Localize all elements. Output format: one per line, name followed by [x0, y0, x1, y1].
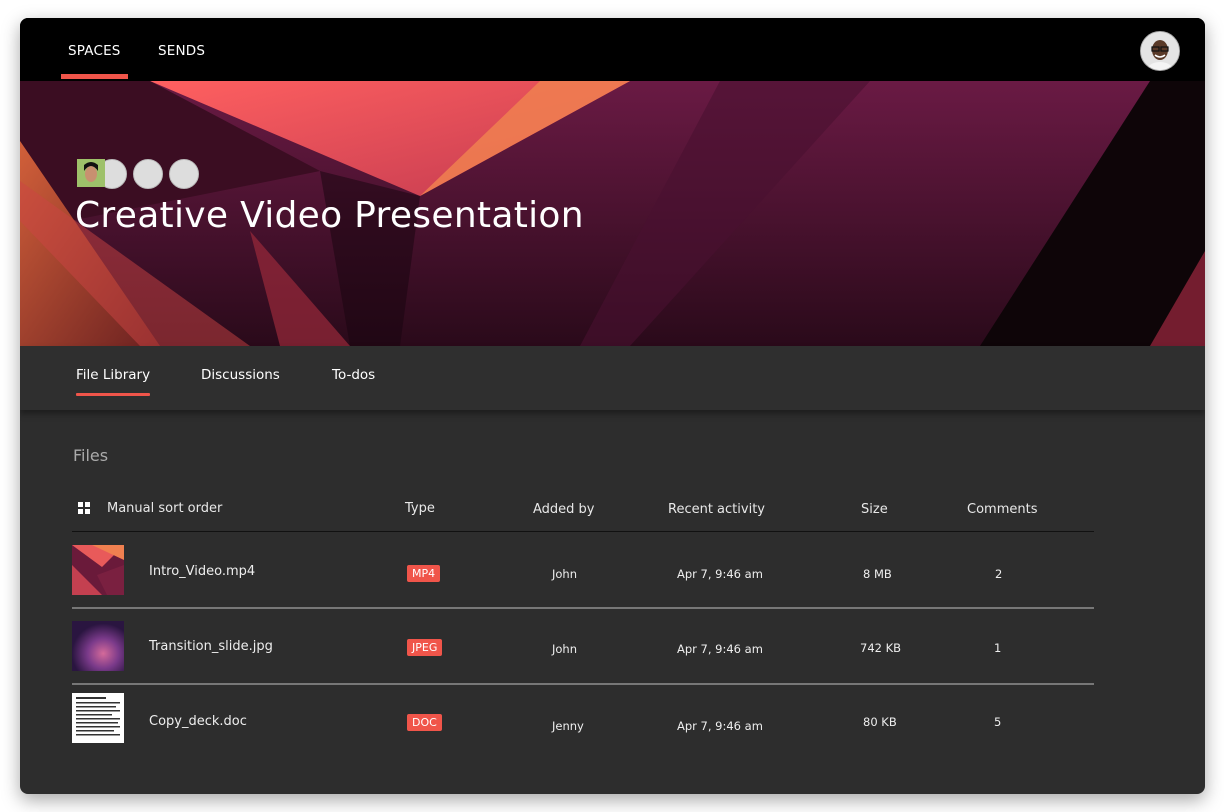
comments-header[interactable]: Comments — [967, 502, 1037, 517]
tab-spaces[interactable]: SPACES — [61, 43, 128, 79]
recent-activity-header[interactable]: Recent activity — [668, 502, 765, 517]
added-by-header[interactable]: Added by — [533, 502, 595, 517]
file-type-badge: MP4 — [407, 565, 441, 582]
size-header[interactable]: Size — [861, 502, 888, 517]
added-by: John — [552, 567, 578, 581]
recent-activity: Apr 7, 9:46 am — [677, 567, 763, 581]
added-by: Jenny — [552, 719, 584, 733]
tab-discussions[interactable]: Discussions — [201, 367, 280, 383]
file-row[interactable]: Copy_deck.doc DOC Jenny Apr 7, 9:46 am 8… — [72, 685, 1094, 759]
grid-view-icon[interactable] — [78, 502, 91, 515]
file-size: 8 MB — [863, 567, 892, 581]
comment-count[interactable]: 2 — [995, 567, 1002, 581]
file-type-badge: DOC — [407, 714, 442, 731]
member-avatar[interactable] — [77, 159, 163, 189]
recent-activity: Apr 7, 9:46 am — [677, 719, 763, 733]
comment-count[interactable]: 1 — [994, 641, 1001, 655]
video-thumbnail — [72, 545, 124, 595]
tab-sends[interactable]: SENDS — [158, 43, 205, 59]
file-name[interactable]: Intro_Video.mp4 — [149, 564, 255, 579]
files-table-header: Manual sort order Type Added by Recent a… — [72, 496, 1094, 532]
tab-file-library[interactable]: File Library — [76, 367, 151, 396]
image-thumbnail — [72, 621, 124, 671]
files-heading: Files — [73, 446, 109, 465]
space-banner: Creative Video Presentation — [20, 81, 1205, 346]
file-row[interactable]: Intro_Video.mp4 MP4 John Apr 7, 9:46 am … — [72, 533, 1094, 609]
document-thumbnail — [72, 693, 124, 743]
member-avatar[interactable] — [77, 159, 199, 189]
file-type-badge: JPEG — [407, 639, 443, 656]
user-avatar[interactable] — [1140, 31, 1180, 71]
file-row[interactable]: Transition_slide.jpg JPEG John Apr 7, 9:… — [72, 609, 1094, 685]
file-size: 80 KB — [863, 715, 897, 729]
space-title: Creative Video Presentation — [75, 195, 584, 236]
comment-count[interactable]: 5 — [994, 715, 1001, 729]
space-meta — [77, 159, 205, 189]
type-header[interactable]: Type — [405, 501, 435, 516]
sort-order-header[interactable]: Manual sort order — [107, 501, 222, 516]
added-by: John — [552, 642, 578, 656]
file-name[interactable]: Copy_deck.doc — [149, 714, 247, 729]
space-tabs: File Library Discussions To-dos — [20, 346, 1205, 410]
file-size: 742 KB — [860, 641, 902, 655]
file-name[interactable]: Transition_slide.jpg — [149, 639, 273, 654]
app-window: SPACES SENDS Creative Video Presentation… — [20, 18, 1205, 794]
tab-to-dos[interactable]: To-dos — [332, 367, 375, 383]
top-nav-bar: SPACES SENDS — [20, 18, 1205, 81]
recent-activity: Apr 7, 9:46 am — [677, 642, 763, 656]
